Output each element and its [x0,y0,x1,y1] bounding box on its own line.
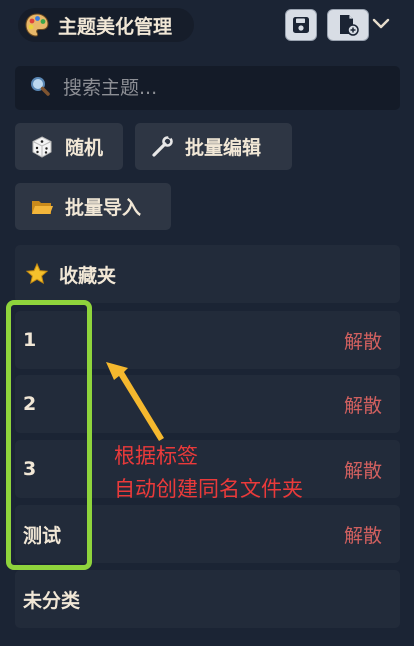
annotation-text: 根据标签 自动创建同名文件夹 [114,440,303,506]
annotation-line-2: 自动创建同名文件夹 [114,477,303,501]
annotation-arrow [106,362,164,441]
annotation-line-1: 根据标签 [114,444,198,468]
